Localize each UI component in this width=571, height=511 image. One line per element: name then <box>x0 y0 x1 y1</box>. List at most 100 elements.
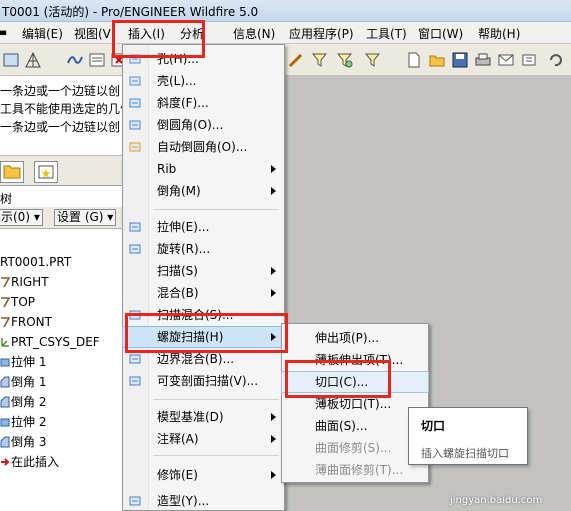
print-icon[interactable] <box>474 51 492 69</box>
save-icon[interactable] <box>451 51 469 69</box>
pencil-icon[interactable] <box>287 51 305 69</box>
insert-menu-item-label: 模型基准(D) <box>157 410 224 424</box>
submenu-arrow-icon <box>271 267 276 275</box>
message-line: 一条边或一个边链以创 <box>0 120 121 134</box>
menu-bar: ▬ 编辑(E) 视图(V 插入(I) 分析 信息(N) 应用程序(P) 工具(T… <box>0 22 571 44</box>
menu-applications[interactable]: 应用程序(P) <box>289 25 354 42</box>
menu-window[interactable]: 窗口(W) <box>418 25 463 42</box>
insert-menu-item[interactable]: 旋转(R)... <box>123 239 284 259</box>
panel-label: 树 <box>0 192 13 206</box>
helical-sweep-submenu: 伸出项(P)... 薄板伸出项(T)... 切口(C)... 薄板切口(T)... 曲面… <box>281 323 429 483</box>
sketch-icon[interactable] <box>2 51 20 69</box>
insert-menu-item[interactable]: 造型(Y)... <box>123 491 284 511</box>
var-sweep-icon <box>129 376 141 386</box>
menu-tools[interactable]: 工具(T) <box>366 25 407 42</box>
curve-icon[interactable] <box>66 51 84 69</box>
submenu-arrow-icon <box>271 165 276 173</box>
annotation-box-helical <box>125 313 288 353</box>
tree-item-label: FRONT <box>11 315 52 329</box>
helical-submenu-item[interactable]: 曲面(S)... <box>282 416 428 436</box>
helical-submenu-item-label: 曲面修剪(S)... <box>315 441 392 455</box>
insert-menu-item-label: 修饰(E) <box>157 468 198 482</box>
open-folder-icon[interactable] <box>428 51 446 69</box>
submenu-arrow-icon <box>271 289 276 297</box>
select-filter-icon[interactable] <box>311 51 329 69</box>
new-file-icon[interactable] <box>405 51 423 69</box>
menu-view[interactable]: 视图(V <box>74 25 111 42</box>
helical-submenu-item-label: 薄曲面修剪(T)... <box>315 463 404 477</box>
mesh-icon[interactable] <box>24 51 42 69</box>
insert-menu-item[interactable]: 修饰(E) <box>123 465 284 485</box>
insert-menu-item[interactable]: 斜度(F)... <box>123 93 284 113</box>
insert-menu-item[interactable]: 自动倒圆角(O)... <box>123 137 284 157</box>
insert-menu-item[interactable]: 倒圆角(O)... <box>123 115 284 135</box>
tab-model-tree[interactable] <box>0 161 24 183</box>
tab-layers[interactable] <box>34 161 58 183</box>
list-icon[interactable] <box>88 51 106 69</box>
submenu-arrow-icon <box>271 187 276 195</box>
display-filter-icon[interactable] <box>364 51 382 69</box>
undo-icon[interactable] <box>546 51 564 69</box>
extrude-icon <box>0 358 10 367</box>
insert-menu-item[interactable]: 可变剖面扫描(V)... <box>123 371 284 391</box>
tree-filter-bar: 示(0) ▾ 设置 (G) ▾ <box>0 207 128 229</box>
watermark: jingyan.baidu.com <box>450 495 543 506</box>
draft-icon <box>129 98 141 108</box>
tooltip: 切口 插入螺旋扫描切口 <box>408 407 528 465</box>
tree-item-label: TOP <box>11 295 36 309</box>
window-title: T0001 (活动的) - Pro/ENGINEER Wildfire 5.0 <box>2 5 259 19</box>
insert-menu-item[interactable]: Rib <box>123 159 284 179</box>
email-icon[interactable] <box>497 51 515 69</box>
insert-menu-item[interactable]: 拉伸(E)... <box>123 217 284 237</box>
csys-icon <box>1 338 9 347</box>
menu-separator <box>153 209 279 210</box>
chamfer-icon <box>0 436 10 448</box>
tree-item-label: PRT_CSYS_DEF <box>11 335 100 349</box>
menu-help[interactable]: 帮助(H) <box>478 25 520 42</box>
insert-menu-item-label: 扫描(S) <box>157 264 198 278</box>
tree-item-label: RIGHT <box>11 275 49 289</box>
helical-submenu-item-label: 曲面(S)... <box>315 419 368 433</box>
folder-tree-icon <box>3 165 21 179</box>
helical-submenu-item: 薄曲面修剪(T)... <box>282 460 428 480</box>
view-filter-icon[interactable] <box>336 51 354 69</box>
insert-menu-item[interactable]: 扫描(S) <box>123 261 284 281</box>
shell-icon <box>129 76 141 86</box>
menu-separator <box>153 399 279 400</box>
round-icon <box>129 120 141 130</box>
tree-item-label: 倒角 2 <box>11 395 47 409</box>
menu-file-partial[interactable]: ▬ <box>0 25 7 39</box>
auto-round-icon <box>129 142 141 152</box>
revolve-icon <box>129 244 141 254</box>
tree-item-label: 倒角 3 <box>11 435 47 449</box>
insert-menu-item-label: 拉伸(E)... <box>157 220 210 234</box>
layer-icon <box>38 165 54 179</box>
menu-edit[interactable]: 编辑(E) <box>22 25 63 42</box>
insert-menu-item[interactable]: 壳(L)... <box>123 71 284 91</box>
helical-submenu-item[interactable]: 伸出项(P)... <box>282 328 428 348</box>
insert-menu-item[interactable]: 注释(A) <box>123 429 284 449</box>
extrude-icon <box>0 418 10 427</box>
tree-item-label: 在此插入 <box>11 455 60 469</box>
title-bar: T0001 (活动的) - Pro/ENGINEER Wildfire 5.0 <box>0 0 571 22</box>
settings-dropdown[interactable]: 设置 (G) ▾ <box>54 209 117 226</box>
insert-menu-item[interactable]: 模型基准(D) <box>123 407 284 427</box>
insert-menu-item[interactable]: 倒角(M) <box>123 181 284 201</box>
insert-menu-item-label: 斜度(F)... <box>157 96 209 110</box>
extrude-icon <box>129 222 141 232</box>
attach-icon[interactable] <box>520 51 538 69</box>
tree-item-label: 拉伸 2 <box>11 415 47 429</box>
insert-menu-item-label: 注释(A) <box>157 432 199 446</box>
insert-menu-item-label: Rib <box>157 162 177 176</box>
insert-menu-item[interactable]: 混合(B) <box>123 283 284 303</box>
helical-submenu-item-label: 伸出项(P)... <box>315 331 380 345</box>
insert-menu-item-label: 倒圆角(O)... <box>157 118 224 132</box>
menu-info[interactable]: 信息(N) <box>233 25 275 42</box>
datum-plane-icon <box>1 277 10 288</box>
show-dropdown[interactable]: 示(0) ▾ <box>0 209 43 226</box>
insert-menu-item-label: 壳(L)... <box>157 74 197 88</box>
tree-item-label: RT0001.PRT <box>0 255 72 269</box>
toolbar <box>0 44 571 76</box>
submenu-arrow-icon <box>271 413 276 421</box>
annotation-box-insert <box>112 20 205 58</box>
